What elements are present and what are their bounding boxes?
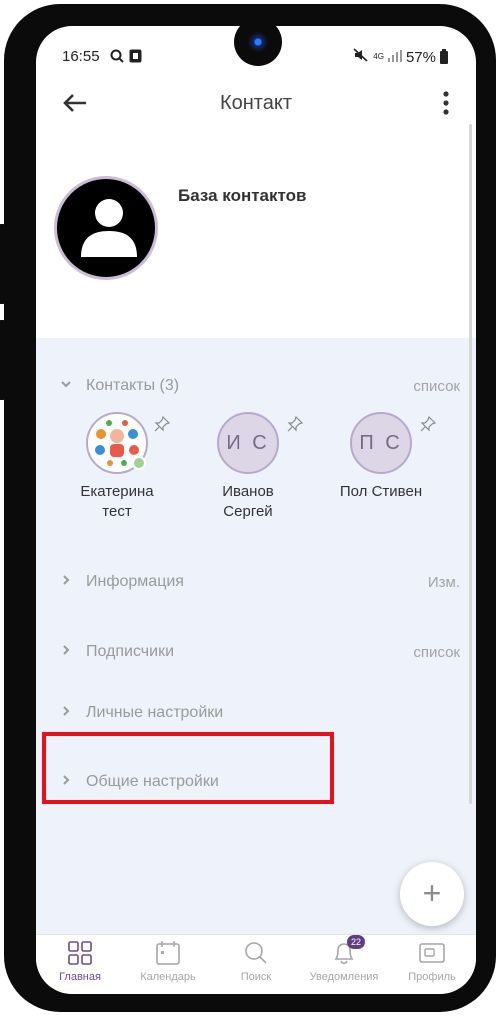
chevron-right-icon <box>60 574 72 589</box>
highlight-box <box>42 732 334 804</box>
page-title: Контакт <box>219 92 292 114</box>
online-status-dot <box>132 456 146 470</box>
profile-card-icon <box>419 941 445 965</box>
avatar[interactable] <box>54 176 158 280</box>
section-contacts[interactable]: Контакты (3) список <box>36 372 476 402</box>
pin-icon[interactable] <box>420 415 437 432</box>
battery-percent: 57% <box>405 48 436 66</box>
nav-notifications[interactable]: 22 Уведомления <box>300 935 388 983</box>
contact-name: Иванов Сергей <box>222 483 274 520</box>
nav-label: Главная <box>59 971 101 983</box>
mute-icon <box>353 48 369 66</box>
side-button <box>0 320 6 400</box>
user-icon <box>81 199 137 257</box>
chevron-down-icon <box>60 378 72 393</box>
section-personal-settings[interactable]: Личные настройки <box>36 699 476 729</box>
subscribers-list-link[interactable]: список <box>413 644 460 661</box>
network-label: 4G <box>373 52 384 61</box>
section-subscribers[interactable]: Подписчики список <box>36 638 476 668</box>
signal-icon <box>387 49 402 66</box>
contact-avatar <box>86 412 148 474</box>
side-button <box>488 264 496 384</box>
section-label: Личные настройки <box>86 704 224 721</box>
section-label: Контакты (3) <box>86 377 180 394</box>
battery-icon <box>440 48 448 64</box>
search-icon <box>243 941 269 965</box>
nav-home[interactable]: Главная <box>36 941 124 983</box>
contact-avatar: П С <box>350 412 412 474</box>
add-button[interactable]: + <box>400 862 464 926</box>
status-time: 16:55 <box>62 48 100 65</box>
side-button <box>0 224 6 304</box>
contact-name: Екатерина тест <box>80 483 154 520</box>
screenshot-status-icon <box>129 49 142 66</box>
pin-icon[interactable] <box>154 415 171 432</box>
notification-badge: 22 <box>347 935 365 949</box>
nav-calendar[interactable]: Календарь <box>124 941 212 983</box>
calendar-icon <box>155 941 181 965</box>
content-area: Контакты (3) список Екатерина тест И С И… <box>36 338 476 934</box>
phone-frame: 16:55 4G 57% Контакт База контактов Конт… <box>0 4 496 1012</box>
search-status-icon <box>110 49 124 66</box>
status-right: 4G 57% <box>353 48 448 66</box>
scrollbar[interactable] <box>469 124 472 804</box>
bottom-nav: Главная Календарь Поиск 22 Уведомления П… <box>36 934 476 994</box>
contact-avatar: И С <box>217 412 279 474</box>
bell-icon: 22 <box>331 935 365 965</box>
nav-label: Календарь <box>140 971 196 983</box>
app-header: Контакт <box>36 78 476 130</box>
section-info[interactable]: Информация Изм. <box>36 568 476 598</box>
info-edit-link[interactable]: Изм. <box>428 574 460 591</box>
chevron-right-icon <box>60 644 72 659</box>
profile-card: База контактов <box>36 132 476 338</box>
section-label: Информация <box>86 573 184 590</box>
front-camera <box>234 18 282 66</box>
contact-name: Пол Стивен <box>339 483 423 500</box>
chevron-right-icon <box>60 705 72 720</box>
nav-profile[interactable]: Профиль <box>388 941 476 983</box>
profile-name: База контактов <box>178 186 307 205</box>
nav-label: Уведомления <box>309 971 379 983</box>
grid-icon <box>67 941 93 965</box>
nav-search[interactable]: Поиск <box>212 941 300 983</box>
section-label: Подписчики <box>86 643 175 660</box>
contacts-list-link[interactable]: список <box>413 378 460 395</box>
nav-label: Поиск <box>240 971 272 983</box>
more-vert-icon[interactable] <box>438 88 454 118</box>
app-screen: 16:55 4G 57% Контакт База контактов Конт… <box>36 26 476 994</box>
nav-label: Профиль <box>408 971 456 983</box>
pin-icon[interactable] <box>287 415 304 432</box>
